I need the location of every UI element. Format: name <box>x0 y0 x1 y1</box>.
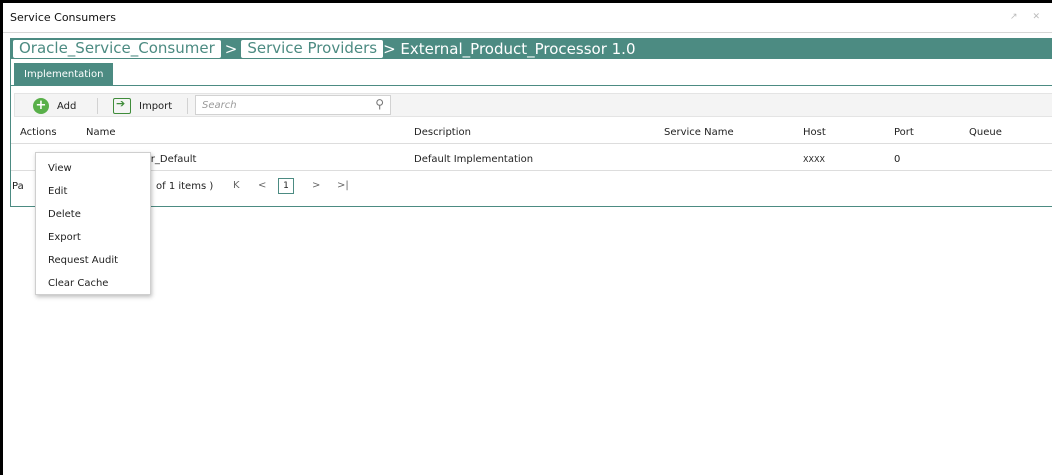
tab-implementation[interactable]: Implementation <box>14 63 114 86</box>
last-page-button[interactable]: >| <box>337 180 349 191</box>
search-input[interactable] <box>196 96 356 114</box>
window-controls[interactable]: ↗ ✕ <box>1010 12 1046 22</box>
toolbar-divider <box>187 98 188 114</box>
column-header-description[interactable]: Description <box>414 127 471 138</box>
pagination-item-count: of 1 items ) <box>156 181 214 192</box>
next-page-button[interactable]: > <box>312 180 320 191</box>
breadcrumb-separator: > <box>224 39 238 58</box>
pagination-label: Pa <box>12 181 24 192</box>
menu-item-edit[interactable]: Edit <box>48 186 67 197</box>
row-host: XXXX <box>803 155 825 164</box>
search-icon[interactable]: ⚲ <box>375 97 384 111</box>
tab-strip: Implementation <box>11 63 1052 86</box>
column-header-host[interactable]: Host <box>803 127 826 138</box>
import-icon <box>113 97 131 114</box>
table-row[interactable]: uct_Processor_Default Default Implementa… <box>11 149 1052 171</box>
breadcrumb-service-providers[interactable]: Service Providers <box>241 39 384 58</box>
pagination: Pa of 1 items ) K < 1 > >| <box>11 176 1052 198</box>
column-header-name[interactable]: Name <box>86 127 116 138</box>
toolbar: + Add Import ⚲ <box>14 93 1052 117</box>
menu-item-delete[interactable]: Delete <box>48 209 81 220</box>
prev-page-button[interactable]: < <box>258 180 266 191</box>
add-button[interactable]: + Add <box>33 96 76 116</box>
implementation-panel: Implementation + Add Import ⚲ Actions Na… <box>10 59 1052 207</box>
title-divider <box>3 32 1052 33</box>
breadcrumb: Oracle_Service_Consumer > Service Provid… <box>10 38 1052 59</box>
window-title: Service Consumers <box>10 11 116 24</box>
breadcrumb-current: > External_Product_Processor 1.0 <box>383 39 636 58</box>
toolbar-divider <box>97 98 98 114</box>
current-page-input[interactable]: 1 <box>278 178 294 194</box>
menu-item-request-audit[interactable]: Request Audit <box>48 255 118 266</box>
first-page-button[interactable]: K <box>233 180 240 191</box>
menu-item-view[interactable]: View <box>48 163 72 174</box>
column-header-port[interactable]: Port <box>894 127 914 138</box>
import-label: Import <box>139 100 173 112</box>
import-button[interactable]: Import <box>113 96 172 116</box>
menu-item-export[interactable]: Export <box>48 232 81 243</box>
column-header-queue[interactable]: Queue <box>969 127 1002 138</box>
breadcrumb-service-consumer[interactable]: Oracle_Service_Consumer <box>13 39 221 58</box>
plus-icon: + <box>33 98 49 114</box>
actions-context-menu: View Edit Delete Export Request Audit Cl… <box>35 152 151 295</box>
column-header-service-name[interactable]: Service Name <box>664 127 734 138</box>
search-box: ⚲ <box>195 95 391 115</box>
menu-item-clear-cache[interactable]: Clear Cache <box>48 278 108 289</box>
row-port: 0 <box>894 154 901 165</box>
add-label: Add <box>57 100 77 112</box>
column-header-actions: Actions <box>20 127 57 138</box>
table-header: Actions Name Description Service Name Ho… <box>11 122 1052 144</box>
row-description: Default Implementation <box>414 154 534 165</box>
